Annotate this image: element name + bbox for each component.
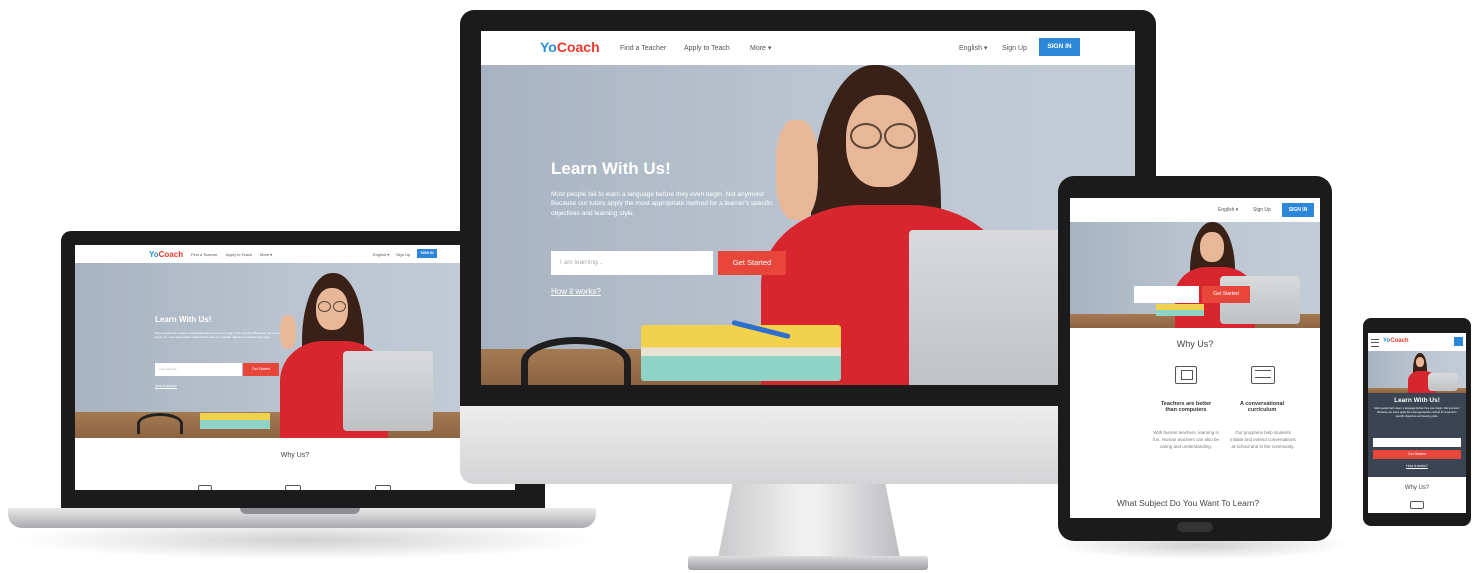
tablet-navbar: English ▾ Sign Up SIGN IN (1070, 198, 1320, 222)
logo-yo: Yo (540, 39, 557, 55)
logo-coach: Coach (556, 39, 600, 55)
laptop-logo[interactable]: YoCoach (149, 250, 183, 259)
phone-get-started-button[interactable]: Get Started (1373, 450, 1461, 459)
phone-computer-icon (1410, 501, 1424, 509)
monitor-hero: Learn With Us! Most people fail to learn… (481, 65, 1135, 385)
laptop-hero-input[interactable]: I am learning... (155, 363, 242, 376)
laptop-hero-text: Most people fail to learn a language bef… (155, 331, 280, 340)
laptop-hand (280, 315, 296, 349)
monitor-nav-language[interactable]: English ▾ (959, 44, 987, 52)
tablet-hero: Get Started (1070, 222, 1320, 328)
laptop-glasses-right (333, 301, 346, 312)
phone-navbar: YoCoach (1368, 333, 1466, 351)
logo-coach: Coach (158, 249, 184, 259)
laptop-how-it-works-link[interactable]: How it works? (155, 384, 177, 388)
tablet-home-button (1177, 522, 1213, 532)
monitor-screen: YoCoach Find a Teacher Apply to Teach Mo… (481, 31, 1135, 385)
laptop-nav-sign-up[interactable]: Sign Up (396, 252, 410, 257)
laptop-feature-icon-3 (375, 485, 391, 490)
tablet-nav-sign-up[interactable]: Sign Up (1253, 207, 1271, 213)
logo-yo: Yo (149, 249, 159, 259)
tablet-screen: English ▾ Sign Up SIGN IN Get Started Wh… (1070, 198, 1320, 518)
phone-why-us-title: Why Us? (1404, 485, 1430, 491)
phone-user-button[interactable] (1454, 337, 1463, 346)
monitor-stand-base (688, 556, 928, 570)
tablet-feature1-text: With human teachers, learning is fun. Hu… (1152, 430, 1220, 449)
monitor-get-started-button[interactable]: Get Started (718, 251, 786, 275)
monitor-nav-apply-teach[interactable]: Apply to Teach (684, 45, 730, 52)
tablet-feature2-text: Our programs help students initiate and … (1230, 430, 1296, 449)
laptop-glasses-left (318, 301, 331, 312)
laptop-books (200, 413, 270, 429)
laptop-sign-in-button[interactable]: SIGN IN (417, 249, 437, 258)
monitor-sign-in-button[interactable]: SIGN IN (1039, 38, 1080, 56)
phone-how-it-works-link[interactable]: How it works? (1368, 464, 1466, 468)
tablet-sign-in-button[interactable]: SIGN IN (1282, 203, 1314, 217)
laptop-hero-input-placeholder: I am learning... (159, 367, 179, 371)
monitor-nav-find-teacher[interactable]: Find a Teacher (620, 45, 666, 52)
phone-hero-title: Learn With Us! (1394, 397, 1440, 404)
monitor-nav-more[interactable]: More ▾ (750, 44, 771, 52)
monitor-books (641, 325, 841, 381)
logo-coach: Coach (1390, 338, 1409, 344)
laptop-hero: Learn With Us! Most people fail to learn… (75, 263, 515, 438)
tablet-computer-icon-screen (1181, 370, 1193, 380)
laptop-screen: YoCoach Find a Teacher Apply to Teach Mo… (75, 245, 515, 490)
monitor-glasses-right (884, 123, 916, 149)
monitor-headphones-icon (521, 337, 631, 385)
tablet-person-face (1200, 232, 1224, 262)
monitor-navbar: YoCoach Find a Teacher Apply to Teach Mo… (481, 31, 1135, 65)
monitor-hero-input[interactable]: I am learning... (551, 251, 713, 275)
tablet-books (1156, 304, 1204, 316)
phone-hamburger-icon-mid (1371, 341, 1379, 343)
monitor-hero-title: Learn With Us! (551, 159, 671, 178)
tablet-nav-language[interactable]: English ▾ (1218, 207, 1238, 213)
phone-screen: YoCoach Learn With Us! Most people fail … (1368, 333, 1466, 513)
monitor-how-it-works-link[interactable]: How it works? (551, 287, 601, 296)
laptop-hero-title: Learn With Us! (155, 315, 212, 324)
tablet-feature2-title: A conversational curriculum (1239, 401, 1285, 413)
monitor-glasses-left (850, 123, 882, 149)
laptop-nav-language[interactable]: English ▾ (373, 252, 389, 257)
phone-hero-text: Most people fail to learn a language bef… (1374, 407, 1460, 418)
laptop-notch (240, 508, 360, 514)
laptop-nav-find-teacher[interactable]: Find a Teacher (191, 252, 217, 257)
laptop-headphones-icon (137, 413, 183, 434)
phone-hero-image (1368, 351, 1466, 393)
tablet-hero-input[interactable] (1134, 286, 1199, 303)
laptop-get-started-button[interactable]: Get Started (243, 363, 279, 376)
monitor-logo[interactable]: YoCoach (540, 39, 600, 55)
laptop-nav-apply-teach[interactable]: Apply to Teach (226, 252, 252, 257)
tablet-why-us-title: Why Us? (1176, 339, 1214, 349)
monitor-hero-input-placeholder: I am learning... (560, 259, 603, 266)
phone-logo[interactable]: YoCoach (1383, 338, 1409, 344)
laptop-navbar: YoCoach Find a Teacher Apply to Teach Mo… (75, 245, 515, 263)
tablet-conversation-icon-bubbles (1255, 370, 1271, 378)
phone-prop-laptop (1428, 373, 1458, 391)
monitor-hero-text: Most people fail to learn a language bef… (551, 191, 773, 217)
monitor-stand-neck (718, 484, 900, 558)
tablet-get-started-button[interactable]: Get Started (1202, 286, 1250, 303)
monitor-chin (460, 406, 1156, 484)
monitor-nav-sign-up[interactable]: Sign Up (1002, 45, 1027, 52)
phone-person-face (1416, 357, 1424, 367)
laptop-nav-more[interactable]: More ▾ (260, 252, 272, 257)
laptop-why-us-title: Why Us? (280, 452, 310, 459)
laptop-feature-icon-2 (285, 485, 301, 490)
tablet-subject-title: What Subject Do You Want To Learn? (1116, 498, 1260, 508)
tablet-feature1-title: Teachers are better than computers (1160, 401, 1212, 413)
laptop-prop-laptop (343, 351, 433, 431)
laptop-feature-icon-1 (198, 485, 212, 490)
phone-hamburger-icon[interactable] (1371, 339, 1379, 347)
phone-hero-input[interactable] (1373, 438, 1461, 447)
